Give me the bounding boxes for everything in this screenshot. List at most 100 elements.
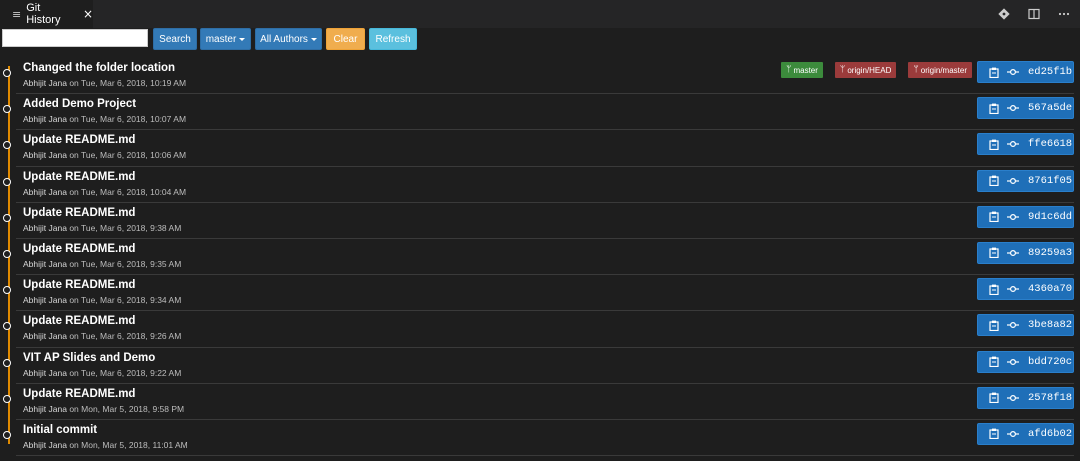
commit-meta: Abhijit Jana on Mon, Mar 5, 2018, 9:58 P… [23, 404, 184, 414]
git-commit-icon [1004, 394, 1022, 402]
branch-dropdown-label: master [205, 33, 237, 45]
branch-dropdown[interactable]: master [200, 28, 251, 50]
commit-hash-button[interactable]: ed25f1b [977, 61, 1074, 83]
commit-message[interactable]: Changed the folder location [23, 62, 175, 74]
split-editor-icon[interactable] [1026, 6, 1042, 22]
commit-row[interactable]: Update README.md Abhijit Jana on Mon, Mar… [3, 384, 1074, 420]
clipboard-icon[interactable] [984, 247, 1004, 259]
commit-hash-button[interactable]: 3be8a82 [977, 314, 1074, 337]
commit-hash: 9d1c6dd [1028, 210, 1073, 223]
git-branch-icon: ᛘ [913, 65, 919, 75]
branch-ref-label: master [793, 65, 818, 75]
git-commit-icon [1004, 213, 1022, 221]
authors-dropdown[interactable]: All Authors [255, 28, 322, 50]
close-icon[interactable]: × [83, 7, 93, 21]
commit-meta: Abhijit Jana on Tue, Mar 6, 2018, 10:07 … [23, 114, 186, 124]
commit-message[interactable]: Update README.md [23, 243, 135, 255]
commit-date: on Tue, Mar 6, 2018, 9:26 AM [66, 331, 182, 342]
commit-message[interactable]: Update README.md [23, 207, 135, 219]
branch-ref-badge[interactable]: ᛘ master [781, 62, 823, 78]
commit-hash: 567a5de [1028, 102, 1073, 115]
clipboard-icon[interactable] [984, 428, 1004, 440]
commit-row[interactable]: Update README.md Abhijit Jana on Tue, Mar… [3, 239, 1074, 276]
commit-author: Abhijit Jana [23, 222, 67, 233]
clipboard-icon[interactable] [984, 175, 1004, 187]
commit-message[interactable]: Update README.md [23, 171, 135, 183]
editor-actions [996, 0, 1072, 28]
commit-node [3, 141, 11, 150]
commit-message[interactable]: VIT AP Slides and Demo [23, 352, 155, 364]
commit-row[interactable]: Changed the folder location Abhijit Jana … [3, 58, 1074, 95]
commit-row[interactable]: Update README.md Abhijit Jana on Tue, Mar… [3, 311, 1074, 348]
branch-ref-label: origin/HEAD [847, 65, 892, 75]
commit-node [3, 213, 11, 222]
commit-hash-button[interactable]: 9d1c6dd [977, 205, 1074, 228]
commit-meta: Abhijit Jana on Tue, Mar 6, 2018, 10:06 … [23, 150, 186, 160]
commit-hash-button[interactable]: 2578f18 [977, 386, 1074, 409]
commit-node [3, 69, 11, 77]
git-commit-icon [1004, 285, 1022, 293]
commit-author: Abhijit Jana [23, 367, 67, 378]
commit-node [3, 286, 11, 295]
git-compare-icon[interactable] [996, 6, 1012, 22]
chevron-down-icon [310, 37, 317, 41]
commit-meta: Abhijit Jana on Tue, Mar 6, 2018, 9:34 A… [23, 295, 181, 305]
clipboard-icon[interactable] [984, 284, 1004, 295]
clipboard-icon[interactable] [984, 211, 1004, 223]
commit-message[interactable]: Update README.md [23, 279, 135, 291]
commit-author: Abhijit Jana [23, 331, 67, 342]
branch-ref-badge[interactable]: ᛘ origin/HEAD [834, 62, 897, 78]
commit-hash-button[interactable]: 89259a3 [977, 241, 1074, 264]
commit-row[interactable]: Update README.md Abhijit Jana on Tue, Mar… [3, 130, 1074, 167]
clipboard-icon[interactable] [984, 320, 1004, 331]
commit-hash: 8761f05 [1028, 174, 1073, 187]
search-button[interactable]: Search [153, 28, 197, 50]
commit-message[interactable]: Update README.md [23, 315, 135, 327]
commit-row[interactable]: Added Demo Project Abhijit Jana on Tue, M… [3, 94, 1074, 131]
commit-hash-button[interactable]: afd6b02 [977, 422, 1074, 445]
commit-date: on Tue, Mar 6, 2018, 9:35 AM [66, 258, 182, 269]
commit-message[interactable]: Update README.md [23, 388, 135, 400]
git-branch-icon: ᛘ [786, 65, 792, 75]
clipboard-icon[interactable] [984, 103, 1004, 114]
tab-title: Git History [26, 2, 61, 26]
commit-hash-button[interactable]: 567a5de [977, 97, 1074, 120]
commit-row[interactable]: Update README.md Abhijit Jana on Tue, Mar… [3, 203, 1074, 239]
commit-hash-button[interactable]: bdd720c [977, 350, 1074, 373]
branch-ref-label: origin/master [920, 65, 967, 75]
commit-hash-button[interactable]: 4360a70 [977, 278, 1074, 301]
commit-row[interactable]: Update README.md Abhijit Jana on Tue, Mar… [3, 167, 1074, 203]
clipboard-icon[interactable] [984, 67, 1004, 78]
commit-node [3, 249, 11, 258]
tab-git-history[interactable]: ≡ Git History × [0, 0, 93, 28]
commit-message[interactable]: Update README.md [23, 134, 135, 146]
commit-hash: bdd720c [1028, 355, 1073, 368]
clipboard-icon[interactable] [984, 139, 1004, 150]
commit-message[interactable]: Added Demo Project [23, 98, 136, 110]
commit-date: on Mon, Mar 5, 2018, 11:01 AM [66, 439, 188, 450]
commit-meta: Abhijit Jana on Tue, Mar 6, 2018, 10:04 … [23, 187, 186, 197]
search-input[interactable] [2, 29, 148, 47]
commit-hash-button[interactable]: ffe6618 [977, 133, 1074, 156]
more-actions-icon[interactable] [1056, 6, 1072, 22]
clipboard-icon[interactable] [984, 392, 1004, 404]
git-commit-icon [1004, 430, 1022, 438]
commit-row[interactable]: Update README.md Abhijit Jana on Tue, Mar… [3, 275, 1074, 312]
commit-list: Changed the folder location Abhijit Jana … [0, 58, 1080, 457]
commit-author: Abhijit Jana [23, 78, 67, 88]
commit-date: on Tue, Mar 6, 2018, 10:06 AM [66, 150, 187, 161]
branch-ref-badge[interactable]: ᛘ origin/master [908, 62, 972, 78]
refresh-button[interactable]: Refresh [369, 28, 417, 50]
commit-author: Abhijit Jana [23, 258, 67, 269]
clipboard-icon[interactable] [984, 356, 1004, 367]
commit-refs: ᛘ master ᛘ origin/HEAD ᛘ origin/master [781, 62, 972, 78]
commit-meta: Abhijit Jana on Tue, Mar 6, 2018, 9:38 A… [23, 223, 181, 233]
commit-row[interactable]: Initial commit Abhijit Jana on Mon, Mar 5… [3, 420, 1074, 457]
commit-row[interactable]: VIT AP Slides and Demo Abhijit Jana on Tu… [3, 348, 1074, 384]
commit-message[interactable]: Initial commit [23, 424, 97, 436]
commit-hash: ed25f1b [1028, 66, 1073, 78]
clear-button[interactable]: Clear [326, 28, 365, 50]
commit-node [3, 177, 11, 186]
commit-hash-button[interactable]: 8761f05 [977, 169, 1074, 192]
commit-date: on Tue, Mar 6, 2018, 10:04 AM [66, 186, 187, 197]
